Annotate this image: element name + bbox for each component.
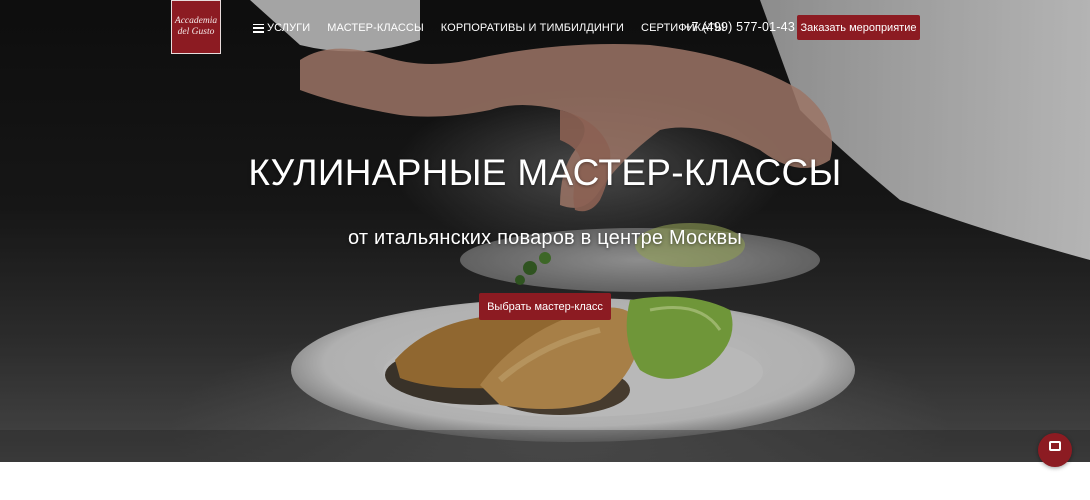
- hero-subtitle: от итальянских поваров в центре Москвы: [348, 227, 742, 249]
- logo-line-2: del Gusto: [177, 27, 215, 37]
- chat-icon: [1049, 441, 1061, 451]
- order-event-button[interactable]: Заказать мероприятие: [797, 15, 920, 40]
- page-content-area: [0, 462, 1090, 500]
- hero-title: КУЛИНАРНЫЕ МАСТЕР-КЛАССЫ: [248, 152, 842, 193]
- nav-item-corporate[interactable]: КОРПОРАТИВЫ И ТИМБИЛДИНГИ: [441, 22, 624, 34]
- nav-item-label: КОРПОРАТИВЫ И ТИМБИЛДИНГИ: [440, 22, 625, 34]
- nav-item-services[interactable]: УСЛУГИ: [253, 22, 310, 34]
- nav-item-label: МАСТЕР-КЛАССЫ: [327, 22, 424, 34]
- logo-line-1: Accademia: [174, 16, 218, 26]
- main-nav: УСЛУГИ МАСТЕР-КЛАССЫ КОРПОРАТИВЫ И ТИМБИ…: [253, 20, 725, 36]
- nav-item-label: УСЛУГИ: [267, 22, 311, 34]
- nav-item-master-classes[interactable]: МАСТЕР-КЛАССЫ: [327, 22, 424, 34]
- site-logo[interactable]: Accademia del Gusto: [171, 0, 221, 54]
- choose-master-class-button[interactable]: Выбрать мастер-класс: [479, 293, 611, 320]
- hero-section: Accademia del Gusto УСЛУГИ МАСТЕР-КЛАССЫ…: [0, 0, 1090, 462]
- phone-link[interactable]: +7 (499) 577-01-43: [684, 20, 795, 34]
- chat-widget-button[interactable]: [1038, 433, 1072, 467]
- menu-icon: [253, 23, 264, 33]
